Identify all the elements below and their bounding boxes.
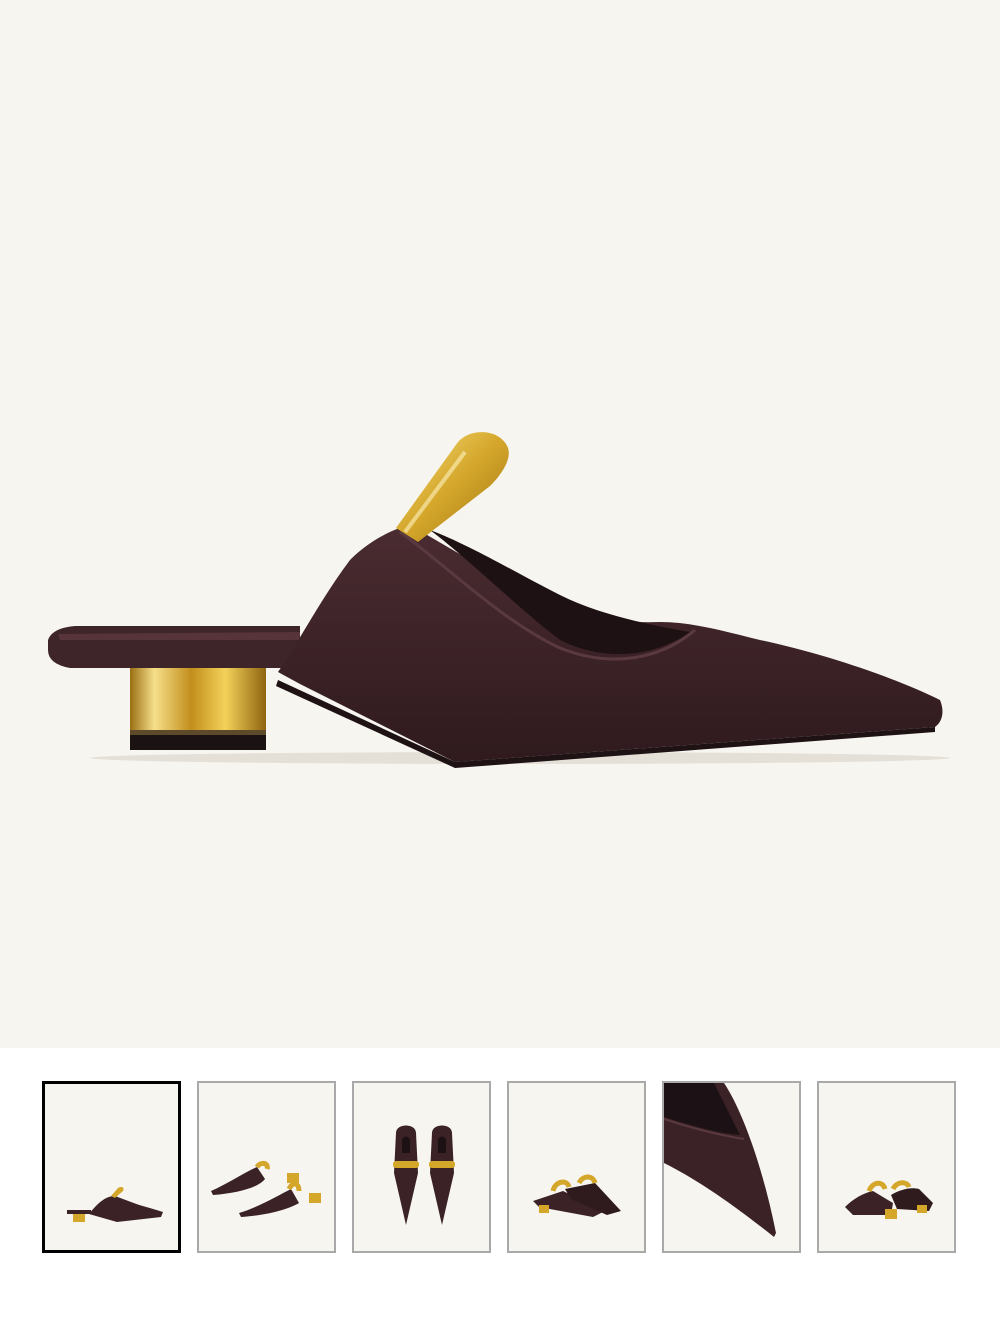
gold-bar-ornament	[396, 432, 509, 542]
thumbnail-strip	[0, 1048, 1000, 1333]
thumbnail-pair-icon	[211, 1160, 321, 1217]
thumbnail-back-icon	[845, 1180, 933, 1219]
thumbnail-side-shoe-icon	[67, 1187, 163, 1222]
thumbnail-pair-angled[interactable]	[197, 1081, 336, 1253]
shoe-illustration	[48, 432, 950, 768]
product-gallery-page	[0, 0, 1000, 1333]
thumbnail-front-icon	[533, 1174, 621, 1217]
gold-heel	[130, 663, 266, 735]
thumbnail-top-view[interactable]	[352, 1081, 491, 1253]
thumbnail-front-pair[interactable]	[507, 1081, 646, 1253]
thumbnail-side-view[interactable]	[42, 1081, 181, 1253]
thumbnail-closeup-icon	[664, 1083, 776, 1237]
footbed	[48, 626, 300, 668]
main-product-image[interactable]	[0, 0, 1000, 1048]
thumbnail-top-pair-icon	[393, 1125, 455, 1225]
thumbnail-back-pair[interactable]	[817, 1081, 956, 1253]
thumbnail-toe-closeup[interactable]	[662, 1081, 801, 1253]
